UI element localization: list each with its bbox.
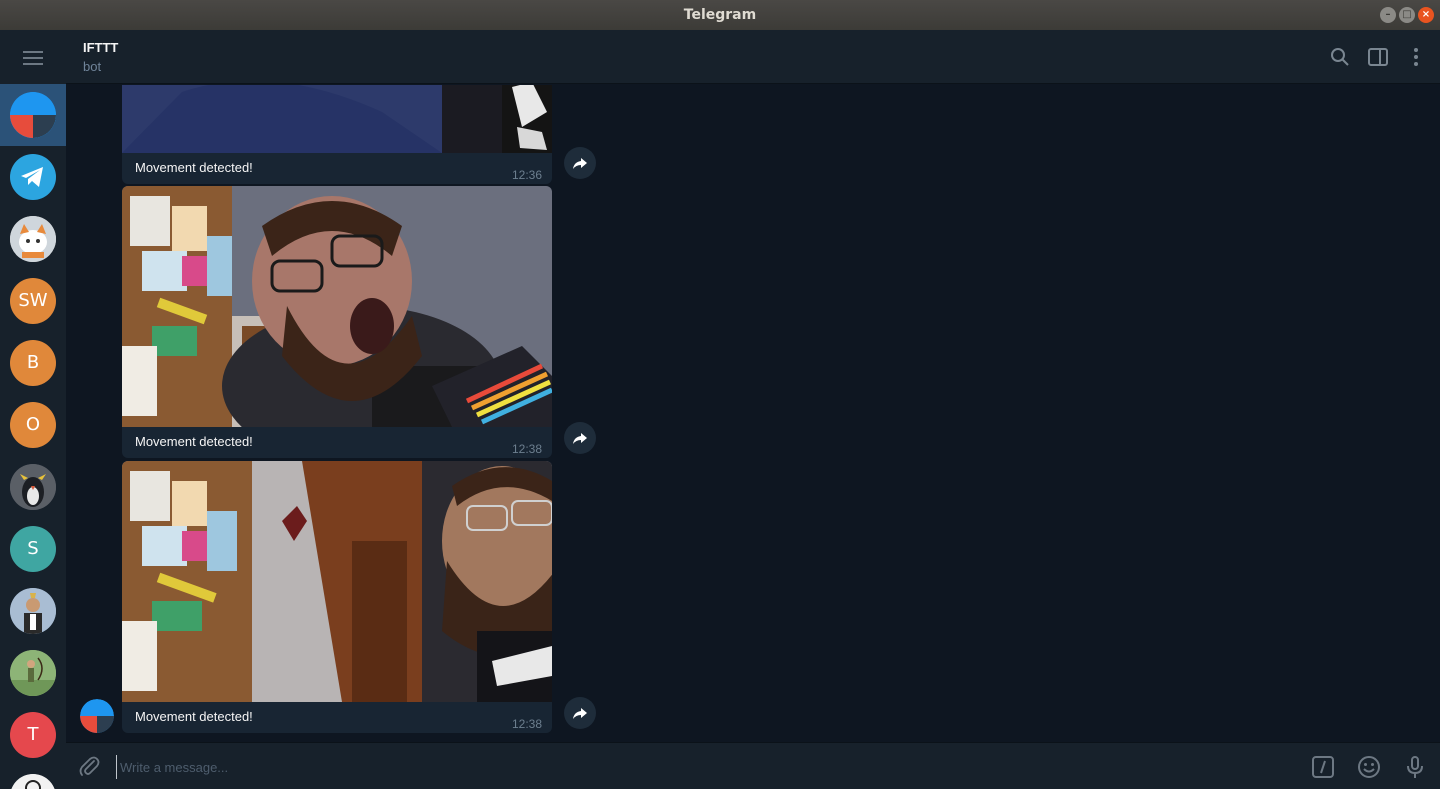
penguin-photo-icon [10,464,56,510]
emoji-icon[interactable] [1356,754,1382,780]
message-caption: Movement detected! 12:36 [122,153,552,184]
message-text: Movement detected! [135,709,253,724]
search-icon[interactable] [1328,45,1352,69]
maximize-button[interactable]: □ [1399,7,1415,23]
sidebar-toggle-icon[interactable] [1366,45,1390,69]
avatar-initials: T [27,724,39,745]
ifttt-logo-icon [80,699,114,733]
message-bubble[interactable]: Movement detected! 12:38 [122,186,552,458]
message-caption: Movement detected! 12:38 [122,702,552,733]
sender-avatar[interactable] [80,699,114,733]
message-input[interactable] [116,755,1296,779]
ifttt-logo-icon [10,92,56,138]
message-text: Movement detected! [135,160,253,175]
chat-avatar-cat-photo[interactable] [10,216,56,262]
message-bubble[interactable]: Movement detected! 12:38 [122,461,552,733]
avatar-initials: B [26,352,40,373]
avatar-initials: O [25,414,41,435]
forward-arrow-icon [573,158,587,169]
message-photo[interactable] [122,461,552,702]
forward-arrow-icon [573,708,587,719]
chat-avatar-telegram[interactable] [10,154,56,200]
close-button[interactable]: × [1418,7,1434,23]
chat-avatar-b[interactable]: B [10,340,56,386]
chat-avatar-partial[interactable] [10,774,56,789]
message-bubble[interactable]: Movement detected! 12:36 [122,85,552,184]
chat-avatar-s[interactable]: S [10,526,56,572]
chat-avatar-outdoor-photo[interactable] [10,650,56,696]
telegram-plane-icon [21,167,43,187]
chat-status: bot [83,59,102,74]
message-caption: Movement detected! 12:38 [122,427,552,458]
bot-command-icon[interactable] [1310,754,1336,780]
chat-avatar-penguin-photo[interactable] [10,464,56,510]
attach-icon[interactable] [77,754,103,780]
cat-photo-icon [10,216,56,262]
chat-avatar-o[interactable]: O [10,402,56,448]
chat-avatar-t[interactable]: T [10,712,56,758]
message-time: 12:36 [511,168,542,182]
message-text: Movement detected! [135,434,253,449]
forward-button[interactable] [564,697,596,729]
message-time: 12:38 [511,717,542,731]
message-time: 12:38 [511,442,542,456]
more-vertical-icon[interactable] [1404,45,1428,69]
message-composer [66,742,1440,789]
message-photo[interactable] [122,85,552,153]
minimize-button[interactable]: – [1380,7,1396,23]
chat-avatar-sw[interactable]: SW [10,278,56,324]
forward-arrow-icon [573,433,587,444]
forward-button[interactable] [564,147,596,179]
window-title: Telegram [683,7,757,23]
chat-avatar-person-photo[interactable] [10,588,56,634]
partial-avatar-icon [11,774,55,789]
chat-title[interactable]: IFTTT [83,40,118,55]
message-history[interactable]: Movement detected! 12:36 Movement detect… [66,85,1440,742]
microphone-icon[interactable] [1402,754,1428,780]
chat-list-sidebar: SW B O S T [0,30,66,789]
forward-button[interactable] [564,422,596,454]
chat-header: IFTTT bot [66,30,1440,84]
avatar-initials: SW [18,290,48,311]
window-titlebar: Telegram – □ × [0,0,1440,30]
outdoor-photo-icon [10,650,56,696]
avatar-initials: S [27,538,39,559]
window-controls: – □ × [1380,7,1434,23]
message-photo[interactable] [122,186,552,427]
person-photo-icon [10,588,56,634]
hamburger-icon[interactable] [23,51,43,65]
chat-avatar-ifttt[interactable] [10,92,56,138]
